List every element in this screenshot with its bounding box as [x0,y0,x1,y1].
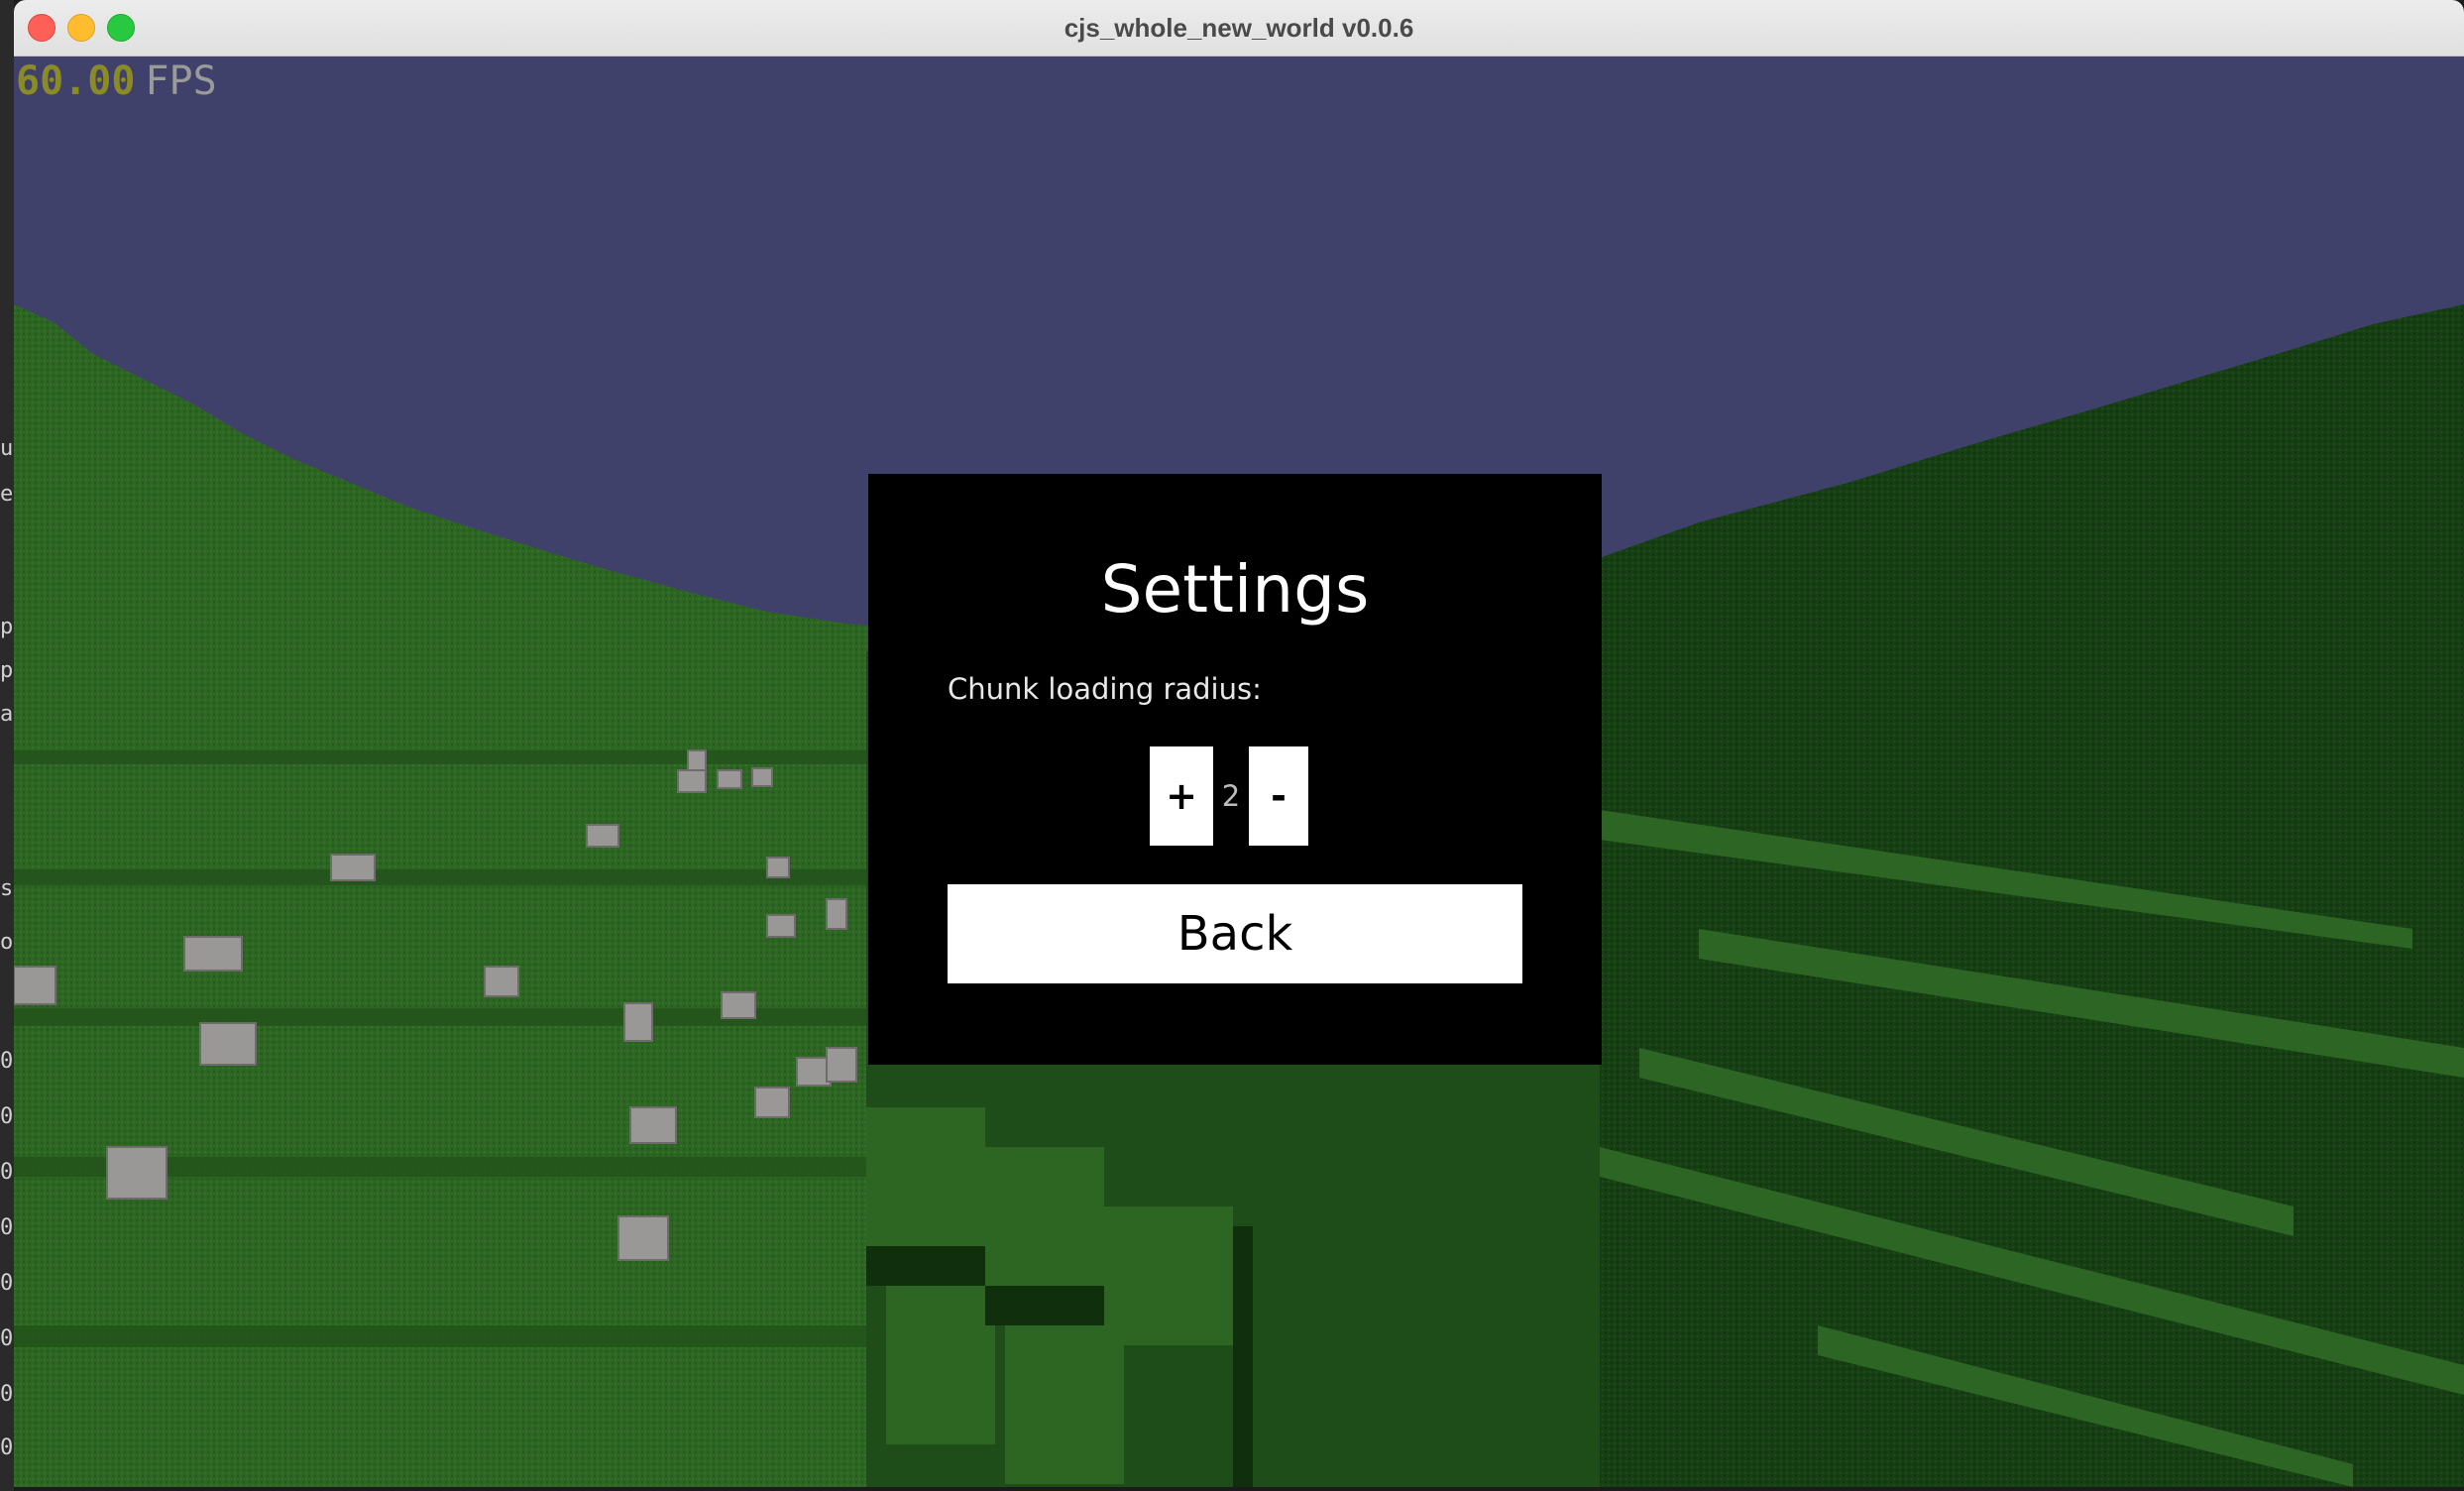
desktop-text-fragment: e [0,482,14,507]
decrease-radius-button[interactable]: - [1249,746,1308,846]
desktop-text-fragment: 0 [0,1104,14,1129]
desktop-text-fragment: pa [0,615,14,639]
desktop-text-fragment: 0 [0,1049,14,1074]
desktop-text-fragment: a [0,702,14,727]
back-button[interactable]: Back [948,884,1522,983]
desktop-text-fragment: 0 [0,1382,14,1407]
settings-panel: Settings Chunk loading radius: + 2 - Bac… [868,474,1602,1065]
desktop-text-fragment: 0 [0,1271,14,1296]
desktop-text-fragment: pc [0,658,14,683]
settings-title: Settings [1100,551,1370,628]
fps-value: 60.00 [16,58,136,104]
game-viewport[interactable]: 60.00 FPS Settings Chunk loading radius: … [14,57,2464,1487]
window-title: cjs_whole_new_world v0.0.6 [1064,13,1414,43]
fps-unit: FPS [145,58,217,104]
chunk-radius-value: 2 [1221,779,1241,813]
fps-counter: 60.00 FPS [16,57,217,106]
desktop-text-fragment: 0 [0,1326,14,1351]
increase-radius-button[interactable]: + [1150,746,1213,846]
desktop-text-fragment: s [0,876,14,901]
desktop-text-fragment: 0 [0,1215,14,1240]
window-titlebar[interactable]: cjs_whole_new_world v0.0.6 [14,0,2464,57]
game-window: cjs_whole_new_world v0.0.6 60.00 FPS Set… [14,0,2464,1487]
desktop-text-fragment: u [0,436,14,461]
desktop-text-fragment: o [0,930,14,955]
desktop-text-fragment: 0 [0,1160,14,1185]
desktop-text-fragment: 0 [0,1435,14,1460]
chunk-radius-label: Chunk loading radius: [948,672,1262,706]
desktop-background-strip: u e pa pc a s o 0 0 0 0 0 0 0 0 [0,0,14,1491]
